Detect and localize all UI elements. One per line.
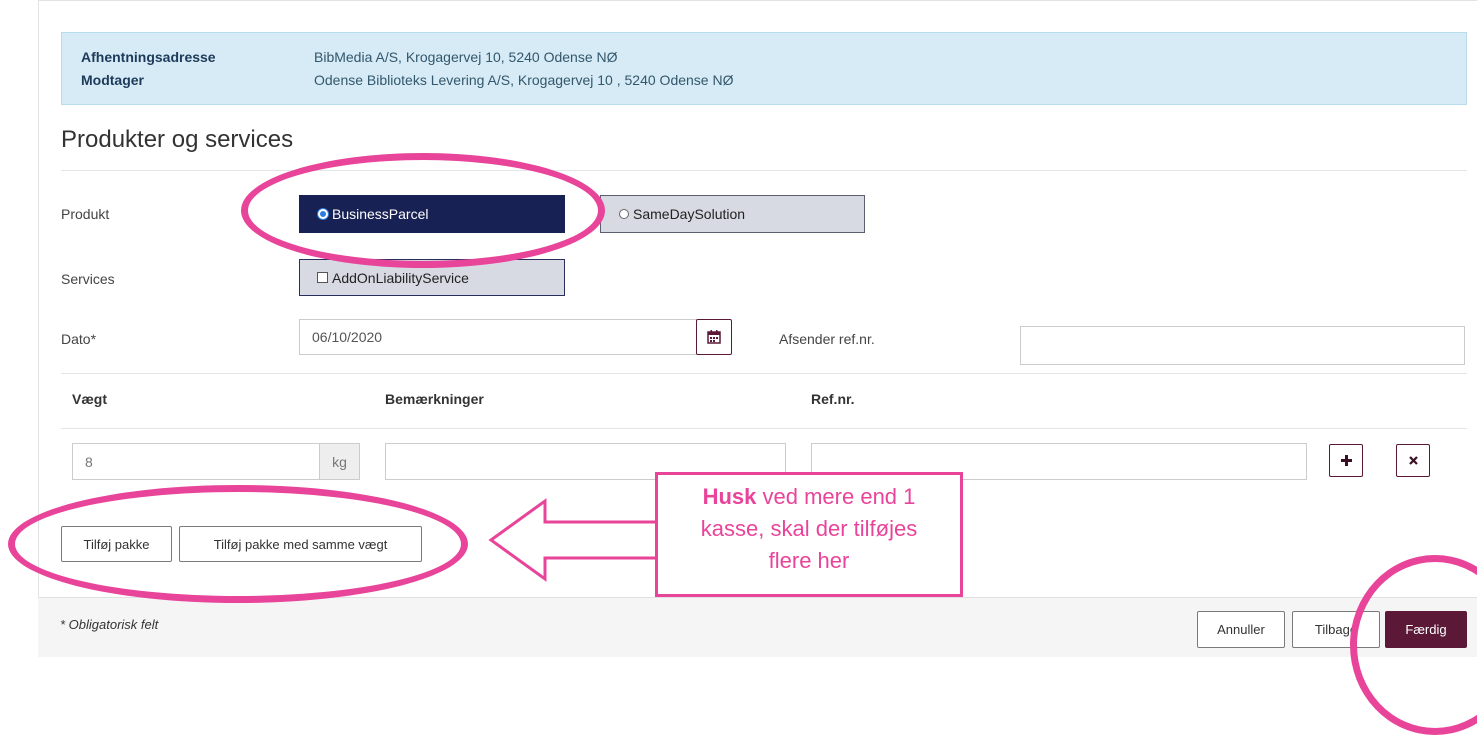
checkbox-icon bbox=[317, 272, 328, 283]
weight-unit: kg bbox=[319, 443, 360, 480]
column-header-ref: Ref.nr. bbox=[811, 391, 855, 407]
radio-unselected-icon bbox=[619, 209, 629, 219]
product-option-samedaysolution[interactable]: SameDaySolution bbox=[600, 195, 865, 233]
remove-row-button[interactable] bbox=[1396, 444, 1430, 477]
receiver-value: Odense Biblioteks Levering A/S, Krogager… bbox=[314, 72, 734, 88]
divider bbox=[61, 373, 1467, 374]
address-info-box: Afhentningsadresse BibMedia A/S, Krogage… bbox=[61, 32, 1467, 105]
required-note: * Obligatorisk felt bbox=[60, 617, 159, 632]
date-label: Dato* bbox=[61, 331, 97, 347]
callout-bold-text: Husk bbox=[702, 484, 757, 509]
column-header-weight: Vægt bbox=[72, 391, 107, 407]
sender-ref-input[interactable] bbox=[1020, 326, 1465, 365]
plus-icon bbox=[1340, 455, 1352, 466]
highlight-ellipse-add-buttons bbox=[8, 485, 468, 603]
cancel-button[interactable]: Annuller bbox=[1197, 611, 1285, 648]
service-option-label: AddOnLiabilityService bbox=[332, 269, 469, 286]
calendar-icon bbox=[707, 330, 721, 344]
receiver-label: Modtager bbox=[81, 72, 144, 88]
date-input[interactable]: 06/10/2020 bbox=[299, 319, 697, 355]
pickup-value: BibMedia A/S, Krogagervej 10, 5240 Odens… bbox=[314, 49, 618, 65]
column-header-remarks: Bemærkninger bbox=[385, 391, 484, 407]
product-option-label: SameDaySolution bbox=[633, 206, 746, 222]
callout-text-line1: ved mere end 1 bbox=[756, 484, 916, 509]
services-label: Services bbox=[61, 271, 115, 287]
product-label: Produkt bbox=[61, 206, 110, 222]
pickup-label: Afhentningsadresse bbox=[81, 49, 216, 65]
callout-text-line2: kasse, skal der tilføjes bbox=[700, 516, 918, 541]
callout-text-line3: flere her bbox=[768, 548, 850, 573]
divider bbox=[61, 170, 1467, 171]
page-title: Produkter og services bbox=[61, 126, 294, 153]
close-icon bbox=[1408, 456, 1418, 465]
annotation-callout: Husk ved mere end 1 kasse, skal der tilf… bbox=[655, 472, 963, 597]
weight-input[interactable]: 8 bbox=[72, 443, 320, 480]
sender-ref-label: Afsender ref.nr. bbox=[779, 331, 875, 347]
arrow-left-icon bbox=[488, 498, 659, 582]
divider bbox=[61, 428, 1467, 429]
calendar-button[interactable] bbox=[696, 319, 732, 355]
highlight-ellipse-product bbox=[241, 153, 605, 268]
add-row-button[interactable] bbox=[1329, 444, 1363, 477]
